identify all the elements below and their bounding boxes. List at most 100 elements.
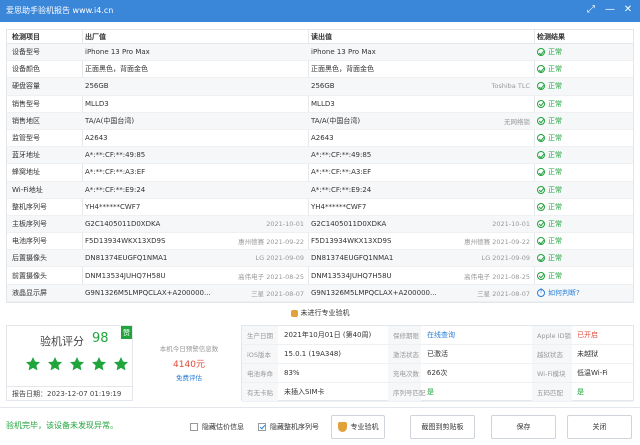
table-header: 检测项目 出厂值 读出值 检测结果 <box>7 30 633 44</box>
checkbox-box[interactable] <box>258 423 266 431</box>
check-circle-icon <box>537 237 545 246</box>
row-result: 正常 <box>537 44 633 60</box>
info-value: 15.0.1 (19A348) <box>284 350 342 358</box>
row-factory-note: 惠州德赛 2021-09-22 <box>238 238 304 247</box>
copy-screenshot-button[interactable]: 截图到剪贴板 <box>410 415 475 439</box>
row-factory-value: MLLD3 <box>85 99 109 108</box>
row-factory-value: A*:**:CF:**:A3:EF <box>85 168 146 177</box>
row-factory-value: iPhone 13 Pro Max <box>85 48 150 57</box>
row-result-label: 正常 <box>548 219 562 228</box>
row-factory-note: 2021-10-01 <box>266 219 304 228</box>
free-valuation-link[interactable]: 免费评估 <box>137 372 241 382</box>
row-factory-value: A2643 <box>85 134 108 143</box>
row-item: 设备型号 <box>12 48 40 57</box>
row-result: 正常 <box>537 78 633 94</box>
row-item: 监管型号 <box>12 134 40 143</box>
hide-serial-checkbox[interactable]: 隐藏整机序列号 <box>258 422 319 432</box>
report-date: 报告日期： 2023-12-07 01:19:19 <box>7 386 132 401</box>
info-label: Wi-Fi模块 <box>537 370 566 378</box>
check-circle-icon <box>537 134 545 143</box>
row-result-label: 如何判断? <box>548 288 580 297</box>
row-factory-value: A*:**:CF:**:49:85 <box>85 151 146 160</box>
header-factory: 出厂值 <box>85 32 106 41</box>
row-read-value: MLLD3 <box>311 99 335 108</box>
row-result: 正常 <box>537 267 633 283</box>
table-row: 前置摄像头 DNM13534JUHQ7H58U 高伟电子 2021-08-25 DNM… <box>7 267 633 285</box>
row-read-note: Toshiba TLC <box>491 82 530 91</box>
row-result: 正常 <box>537 216 633 232</box>
title-bar: 爱思助手验机报告 www.i4.cn ⤢ — ✕ <box>0 0 640 22</box>
info-label: 五码匹配 <box>537 389 563 397</box>
footer-bar: 验机完毕，该设备未发现异常。 隐藏估价信息 隐藏整机序列号 专业验机 截图到剪贴… <box>0 407 640 445</box>
shield-icon <box>337 422 347 432</box>
valuation-panel: 本机今日预警信息数 4140元 免费评估 <box>137 325 241 401</box>
row-item: 前置摄像头 <box>12 271 47 280</box>
row-factory-value: 正面黑色，背面金色 <box>85 65 148 74</box>
row-result: 正常 <box>537 147 633 163</box>
star-icon <box>48 357 62 371</box>
row-factory-value: A*:**:CF:**:E9:24 <box>85 185 146 194</box>
pro-check-button-label: 专业验机 <box>350 423 379 431</box>
info-value: 已开启 <box>577 331 598 339</box>
row-item: Wi-Fi地址 <box>12 185 43 194</box>
info-value[interactable]: 在线查询 <box>427 326 455 344</box>
info-label: 充电次数 <box>393 370 419 378</box>
row-item: 销售型号 <box>12 99 40 108</box>
row-item: 后置摄像头 <box>12 254 47 263</box>
row-item: 设备颜色 <box>12 65 40 74</box>
pro-check-button[interactable]: 专业验机 <box>331 415 385 439</box>
table-row: 监管型号 A2643 A2643 正常 <box>7 130 633 148</box>
info-label: 有无卡贴 <box>247 389 273 397</box>
row-item: 液晶显示屏 <box>12 288 47 297</box>
info-label: 序列号匹配 <box>393 389 426 397</box>
row-result-label: 正常 <box>548 82 562 91</box>
row-result-label: 正常 <box>548 271 562 280</box>
save-button[interactable]: 保存 <box>491 415 556 439</box>
table-row: 销售型号 MLLD3 MLLD3 正常 <box>7 96 633 113</box>
row-result: 正常 <box>537 96 633 112</box>
check-circle-icon <box>537 65 545 74</box>
row-read-note: 三星 2021-08-07 <box>477 289 530 298</box>
row-item: 电池序列号 <box>12 237 47 246</box>
score-panel: 验机评分 98 赞 报告日期： 2023-12-07 01:19:19 <box>6 325 133 401</box>
close-button[interactable]: 关闭 <box>567 415 632 439</box>
info-value: 已激活 <box>427 350 448 358</box>
row-factory-note: LG 2021-09-09 <box>255 254 305 263</box>
row-result-label: 正常 <box>548 202 562 211</box>
row-read-value: TA/A(中国台湾) <box>311 116 361 125</box>
row-read-note: 惠州德赛 2021-09-22 <box>464 238 530 247</box>
info-label: 越狱状态 <box>537 351 563 359</box>
checkbox-box[interactable] <box>190 423 198 431</box>
row-result-label: 正常 <box>548 99 562 108</box>
row-result[interactable]: 如何判断? <box>537 285 633 301</box>
row-result-label: 正常 <box>548 168 562 177</box>
header-item: 检测项目 <box>12 32 40 41</box>
window-title: 爱思助手验机报告 www.i4.cn <box>6 6 114 15</box>
info-label: 保修期限 <box>393 332 419 340</box>
table-row: 设备型号 iPhone 13 Pro Max iPhone 13 Pro Max 正常 <box>7 44 633 62</box>
row-read-note: LG 2021-09-09 <box>481 254 531 263</box>
star-icon <box>92 357 106 371</box>
close-icon[interactable]: ✕ <box>621 3 635 17</box>
verdict-text: 验机完毕，该设备未发现异常。 <box>6 421 118 430</box>
row-read-value: iPhone 13 Pro Max <box>311 48 376 57</box>
info-row: 有无卡贴 未插入SIM卡 序列号匹配是五码匹配是 <box>242 383 633 402</box>
row-item: 销售地区 <box>12 116 40 125</box>
table-row: 液晶显示屏 G9N1326M5LMPQCLAX+A200000... 三星 2021… <box>7 284 633 302</box>
info-value: 低温Wi-Fi <box>577 369 608 377</box>
info-value: 是 <box>577 388 584 396</box>
row-item: 主板序列号 <box>12 219 47 228</box>
row-item: 蜂窝地址 <box>12 168 40 177</box>
row-read-value: A2643 <box>311 134 334 143</box>
info-value: 83% <box>284 369 300 377</box>
row-result-label: 正常 <box>548 48 562 57</box>
pro-check-label: 未进行专业验机 <box>300 309 350 317</box>
row-read-note: 2021-10-01 <box>492 219 530 228</box>
row-result: 正常 <box>537 199 633 215</box>
minimize-icon[interactable]: — <box>603 3 617 17</box>
hide-valuation-checkbox[interactable]: 隐藏估价信息 <box>190 422 244 432</box>
share-icon[interactable]: ⤢ <box>584 3 598 17</box>
row-read-value: A*:**:CF:**:E9:24 <box>311 185 372 194</box>
row-item: 硬盘容量 <box>12 82 40 91</box>
report-date-value: 2023-12-07 01:19:19 <box>47 390 122 398</box>
